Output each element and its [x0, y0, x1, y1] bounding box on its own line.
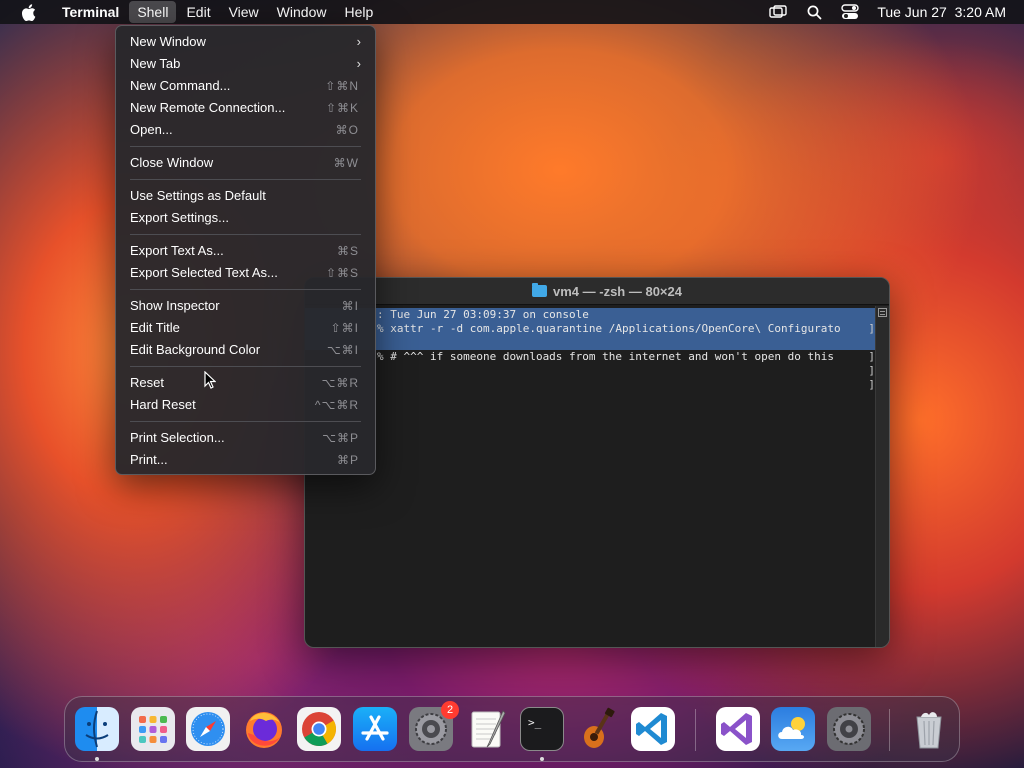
menu-item-new-remote-connection[interactable]: New Remote Connection... ⇧⌘K	[116, 97, 375, 119]
terminal-line	[305, 336, 875, 350]
dock-firefox-icon[interactable]	[242, 707, 286, 751]
menu-item-print-selection[interactable]: Print Selection... ⌥⌘P	[116, 427, 375, 449]
menu-item-new-command[interactable]: New Command... ⇧⌘N	[116, 75, 375, 97]
menu-help[interactable]: Help	[336, 1, 381, 23]
menu-separator	[130, 179, 361, 180]
dock-vscode-icon[interactable]	[631, 707, 675, 751]
terminal-output[interactable]: : Tue Jun 27 03:09:37 on console % xattr…	[305, 306, 875, 647]
terminal-line: % xattr -r -d com.apple.quarantine /Appl…	[305, 322, 875, 336]
menu-item-reset[interactable]: Reset ⌥⌘R	[116, 372, 375, 394]
svg-text:>_: >_	[528, 716, 542, 729]
menu-separator	[130, 234, 361, 235]
dock-textedit-icon[interactable]	[465, 707, 509, 751]
menu-item-edit-title[interactable]: Edit Title ⇧⌘I	[116, 317, 375, 339]
menu-item-export-selected-text[interactable]: Export Selected Text As... ⇧⌘S	[116, 262, 375, 284]
menu-view[interactable]: View	[221, 1, 267, 23]
dock-safari-icon[interactable]	[186, 707, 230, 751]
menu-item-export-text[interactable]: Export Text As... ⌘S	[116, 240, 375, 262]
chevron-right-icon: ›	[356, 56, 361, 71]
menu-item-use-settings-default[interactable]: Use Settings as Default	[116, 185, 375, 207]
notification-badge: 2	[441, 701, 459, 719]
terminal-scrollbar[interactable]	[875, 306, 889, 647]
menu-item-print[interactable]: Print... ⌘P	[116, 449, 375, 471]
menu-item-open[interactable]: Open... ⌘O	[116, 119, 375, 141]
chevron-right-icon: ›	[356, 34, 361, 49]
dock-garageband-icon[interactable]	[576, 707, 620, 751]
terminal-titlebar[interactable]: vm4 — -zsh — 80×24	[305, 278, 889, 305]
menu-item-new-tab[interactable]: New Tab ›	[116, 53, 375, 75]
menu-separator	[130, 421, 361, 422]
dock-trash-icon[interactable]	[907, 707, 951, 751]
menubar-clock[interactable]: Tue Jun 27 3:20 AM	[877, 4, 1006, 20]
dock-system-settings-icon[interactable]	[827, 707, 871, 751]
menu-bar: Terminal Shell Edit View Window Help Tue…	[0, 0, 1024, 24]
terminal-line: : Tue Jun 27 03:09:37 on console	[305, 308, 875, 322]
menu-item-edit-background-color[interactable]: Edit Background Color ⌥⌘I	[116, 339, 375, 361]
menu-shell[interactable]: Shell	[129, 1, 177, 23]
terminal-line: ]	[868, 364, 875, 377]
apple-menu-icon[interactable]	[18, 0, 38, 24]
dock-visual-studio-icon[interactable]	[716, 707, 760, 751]
terminal-title: vm4 — -zsh — 80×24	[553, 283, 682, 299]
dock-divider	[695, 709, 696, 751]
dock: 2 >_	[64, 696, 960, 762]
menu-terminal[interactable]: Terminal	[54, 1, 127, 23]
menu-separator	[130, 366, 361, 367]
menu-item-new-window[interactable]: New Window ›	[116, 31, 375, 53]
control-center-icon[interactable]	[841, 3, 860, 21]
dock-system-preferences-icon[interactable]: 2	[409, 701, 459, 751]
shell-menu: New Window › New Tab › New Command... ⇧⌘N N…	[115, 25, 376, 475]
spotlight-search-icon[interactable]	[805, 3, 823, 21]
mouse-pointer-icon	[204, 370, 217, 394]
dock-weather-icon[interactable]	[771, 707, 815, 751]
menu-separator	[130, 146, 361, 147]
running-indicator	[540, 757, 544, 761]
dock-finder-icon[interactable]	[75, 707, 119, 751]
dock-chrome-icon[interactable]	[297, 707, 341, 751]
dock-launchpad-icon[interactable]	[131, 707, 175, 751]
menu-separator	[130, 289, 361, 290]
split-pane-icon[interactable]	[878, 308, 887, 317]
folder-icon	[532, 283, 547, 297]
menu-item-export-settings[interactable]: Export Settings...	[116, 207, 375, 229]
running-indicator	[95, 757, 99, 761]
terminal-line: % # ^^^ if someone downloads from the in…	[377, 350, 875, 363]
screen-mirroring-icon[interactable]	[769, 3, 788, 21]
menu-item-close-window[interactable]: Close Window ⌘W	[116, 152, 375, 174]
menu-edit[interactable]: Edit	[178, 1, 218, 23]
dock-app-store-icon[interactable]	[353, 707, 397, 751]
menu-item-show-inspector[interactable]: Show Inspector ⌘I	[116, 295, 375, 317]
menu-item-hard-reset[interactable]: Hard Reset ^⌥⌘R	[116, 394, 375, 416]
dock-divider	[889, 709, 890, 751]
menu-extras: Tue Jun 27 3:20 AM	[769, 0, 1006, 24]
terminal-line: ]	[868, 378, 875, 391]
dock-terminal-icon[interactable]: >_	[520, 707, 564, 751]
terminal-window[interactable]: vm4 — -zsh — 80×24 : Tue Jun 27 03:09:37…	[304, 277, 890, 648]
menu-window[interactable]: Window	[269, 1, 335, 23]
